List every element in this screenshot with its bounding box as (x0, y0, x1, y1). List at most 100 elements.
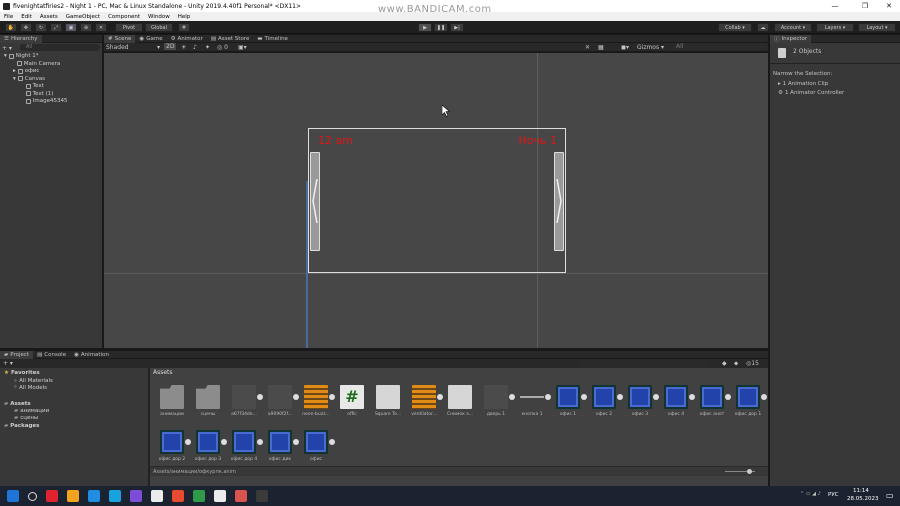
expand-sprite-icon[interactable] (329, 439, 335, 445)
clock-time[interactable]: 11:14 (853, 488, 869, 494)
expand-sprite-icon[interactable] (761, 394, 767, 400)
expand-arrow-icon[interactable]: ▾ (13, 76, 16, 82)
canvas-rect[interactable]: 12 am Ночь 1 (308, 128, 566, 273)
tab-timeline[interactable]: ▬ Timeline (253, 35, 292, 43)
vs-icon[interactable] (129, 490, 142, 502)
asset-item[interactable]: кнопка 1 (516, 385, 551, 417)
close-button[interactable]: ✕ (876, 0, 900, 12)
expand-arrow-icon[interactable]: ▾ (4, 53, 7, 59)
tab-console[interactable]: ▤ Console (33, 351, 70, 359)
filter-label-icon[interactable]: ⬥ (734, 360, 738, 368)
project-tree-item[interactable]: ▰ анимации (14, 408, 49, 414)
maximize-button[interactable]: ❐ (852, 0, 878, 12)
asset-item[interactable]: a9090f2f... (264, 385, 299, 417)
unity-icon[interactable] (150, 490, 163, 502)
hidden-objects-icon[interactable]: ◎ 0 (217, 44, 228, 51)
tab-animator[interactable]: ⚙ Animator (167, 35, 207, 43)
layout-button[interactable]: Layout ▾ (858, 23, 896, 32)
notifications-icon[interactable]: ▭ (886, 491, 894, 500)
asset-item[interactable]: офис дор 2 (156, 430, 191, 462)
asset-item[interactable]: a67f34de... (228, 385, 263, 417)
shading-mode-dropdown[interactable]: Shaded (106, 44, 129, 51)
menu-assets[interactable]: Assets (36, 14, 62, 20)
app-icon[interactable] (66, 490, 79, 502)
asset-item[interactable]: офис (300, 430, 335, 462)
project-tree-item[interactable]: ⌕ All Models (14, 384, 47, 391)
play-button[interactable]: ▶ (418, 23, 432, 32)
expand-sprite-icon[interactable] (221, 439, 227, 445)
asset-item[interactable]: офис дор 1 (732, 385, 767, 417)
expand-sprite-icon[interactable] (437, 394, 443, 400)
right-door-button[interactable] (554, 152, 564, 251)
expand-arrow-icon[interactable] (13, 61, 15, 67)
tab-game[interactable]: ◉ Game (135, 35, 166, 43)
hierarchy-item[interactable]: ▾ Night 1* (4, 53, 39, 59)
text-time[interactable]: 12 am (318, 134, 353, 147)
text-night[interactable]: Ночь 1 (519, 134, 557, 147)
tab-asset-store[interactable]: ▤ Asset Store (207, 35, 254, 43)
project-tree-item[interactable]: ▰ сцены (14, 415, 38, 421)
expand-arrow-icon[interactable] (22, 83, 24, 89)
asset-item[interactable]: офис 2 (588, 385, 623, 417)
camera-settings-icon[interactable]: ▦ (598, 44, 604, 51)
transform-tool-button[interactable]: ⊕ (80, 23, 92, 32)
menu-file[interactable]: File (0, 14, 17, 20)
pause-button[interactable]: ❚❚ (434, 23, 448, 32)
expand-sprite-icon[interactable] (581, 394, 587, 400)
asset-item[interactable]: офис дик (264, 430, 299, 462)
scale-tool-button[interactable]: ⤢ (50, 23, 62, 32)
terminal-icon[interactable] (255, 490, 268, 502)
minimize-button[interactable]: — (822, 0, 848, 12)
zoom-slider-handle[interactable] (747, 469, 752, 474)
windows-icon[interactable] (6, 490, 19, 502)
inspector-tab[interactable]: ⓘ Inspector (770, 34, 812, 43)
2d-toggle[interactable]: 2D (164, 43, 177, 50)
selection-animator-controller[interactable]: ⚙ 1 Animator Controller (778, 90, 844, 96)
move-tool-button[interactable]: ✥ (20, 23, 32, 32)
asset-item[interactable]: офис дор 4 (228, 430, 263, 462)
expand-sprite-icon[interactable] (329, 394, 335, 400)
asset-item[interactable]: neon-buzz... (300, 385, 335, 417)
expand-sprite-icon[interactable] (257, 439, 263, 445)
tab-project[interactable]: ▰ Project (0, 350, 34, 359)
clock-date[interactable]: 28.05.2023 (847, 496, 879, 502)
collab-button[interactable]: Collab ▾ (718, 23, 752, 32)
search-icon[interactable] (27, 491, 37, 501)
global-button[interactable]: Global (145, 23, 173, 32)
expand-sprite-icon[interactable] (617, 394, 623, 400)
account-button[interactable]: Account ▾ (774, 23, 812, 32)
project-tree-item[interactable]: ★ Favorites (4, 370, 40, 376)
custom-tool-button[interactable]: ✕ (95, 23, 107, 32)
left-door-button[interactable] (310, 152, 320, 251)
asset-item[interactable]: сцены (192, 385, 224, 417)
menu-edit[interactable]: Edit (17, 14, 36, 20)
menu-component[interactable]: Component (104, 14, 144, 20)
gizmos-dropdown[interactable]: Gizmos ▾ (637, 44, 664, 51)
expand-arrow-icon[interactable] (22, 91, 24, 97)
menu-help[interactable]: Help (174, 14, 195, 20)
tray-icons[interactable]: ⌃ ▭ ◢ ♪ (800, 491, 821, 497)
lighting-icon[interactable]: ☀ (181, 44, 186, 51)
tools-icon[interactable]: ✕ (585, 44, 590, 51)
app2-icon[interactable] (108, 490, 121, 502)
expand-sprite-icon[interactable] (509, 394, 515, 400)
record-icon[interactable] (45, 490, 58, 502)
pivot-button[interactable]: Pivot (115, 23, 143, 32)
menu-window[interactable]: Window (144, 14, 174, 20)
hierarchy-item[interactable]: Text (22, 83, 44, 89)
project-breadcrumb[interactable]: Assets (153, 369, 173, 376)
cloud-icon[interactable]: ☁ (757, 23, 769, 32)
camera-dropdown-icon[interactable]: ◼▾ (621, 44, 629, 51)
scene-search-input[interactable]: All (670, 43, 766, 50)
expand-sprite-icon[interactable] (185, 439, 191, 445)
asset-item[interactable]: офис анот (696, 385, 731, 417)
scene-view[interactable]: 12 am Ночь 1 (104, 53, 768, 348)
asset-item[interactable]: ventilator... (408, 385, 443, 417)
project-search-input[interactable] (580, 360, 710, 367)
hierarchy-item[interactable]: Main Camera (13, 61, 60, 67)
hierarchy-item[interactable]: Image45345 (22, 98, 67, 104)
hierarchy-tab[interactable]: ☰ Hierarchy (0, 34, 42, 43)
expand-arrow-icon[interactable] (22, 98, 24, 104)
expand-sprite-icon[interactable] (293, 439, 299, 445)
project-tree-item[interactable]: ▰ Assets (4, 401, 31, 407)
